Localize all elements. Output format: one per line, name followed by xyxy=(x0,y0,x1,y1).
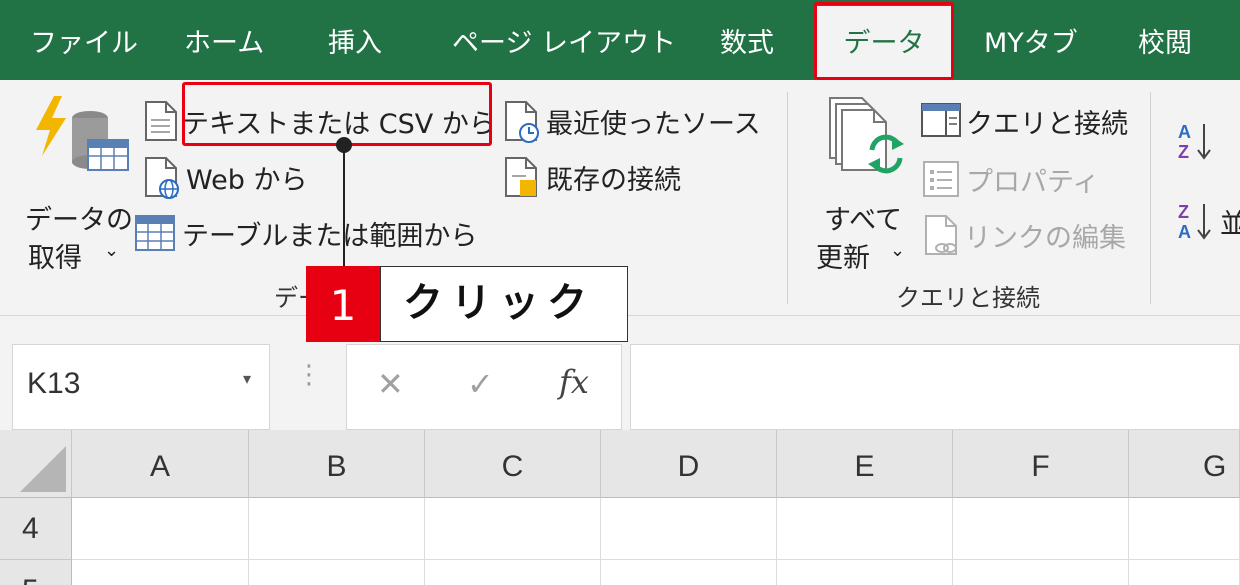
step-number-badge: 1 xyxy=(306,266,380,342)
get-data-button[interactable]: データの 取得 ⌄ xyxy=(20,94,133,274)
callout-leader-line xyxy=(343,145,345,267)
enter-check-icon[interactable]: ✓ xyxy=(467,365,494,403)
column-header-e[interactable]: E xyxy=(777,430,953,498)
web-document-icon xyxy=(145,157,179,199)
existing-connections-label: 既存の接続 xyxy=(546,165,681,196)
tab-page-layout[interactable]: ページ レイアウト xyxy=(452,0,676,80)
column-header-d[interactable]: D xyxy=(601,430,777,498)
recent-sources-label: 最近使ったソース xyxy=(546,109,761,140)
data-tab-highlight xyxy=(814,2,954,80)
properties-list-icon xyxy=(923,161,959,197)
cell-c4[interactable] xyxy=(425,498,601,560)
get-data-label-line1: データの xyxy=(25,205,133,236)
refresh-all-label-line1: すべて xyxy=(824,205,903,236)
formula-input[interactable] xyxy=(630,344,1240,430)
cell-d5[interactable] xyxy=(601,560,777,585)
queries-connections-button[interactable]: クエリと接続 xyxy=(918,100,1128,144)
name-box-dropdown-icon[interactable]: ▾ xyxy=(243,369,251,388)
row-header-4[interactable]: 4 xyxy=(0,498,72,560)
sort-z-to-a-button[interactable]: Z A 並 xyxy=(1174,198,1240,248)
step-instruction-label: クリック xyxy=(380,266,628,342)
get-data-chevron-icon: ⌄ xyxy=(104,240,120,261)
sort-a-to-z-icon: A Z xyxy=(1178,122,1211,162)
get-data-label-line2: 取得 xyxy=(28,243,82,274)
tab-file[interactable]: ファイル xyxy=(30,0,138,80)
column-header-g-label: G xyxy=(1203,450,1227,483)
table-icon xyxy=(135,215,175,251)
ribbon-group-separator-2 xyxy=(1150,92,1151,304)
callout-leader-dot xyxy=(336,137,352,153)
svg-text:A: A xyxy=(1178,222,1191,242)
column-header-c[interactable]: C xyxy=(425,430,601,498)
sort-z-to-a-icon: Z A xyxy=(1178,202,1211,242)
cell-b5[interactable] xyxy=(249,560,425,585)
recent-sources-button[interactable]: 最近使ったソース xyxy=(500,100,761,144)
refresh-all-button[interactable]: すべて 更新 ⌄ xyxy=(808,94,918,274)
refresh-all-label-line2: 更新 xyxy=(816,243,870,274)
from-table-range-label: テーブルまたは範囲から xyxy=(182,221,478,252)
column-header-g[interactable]: G xyxy=(1129,430,1240,498)
cell-g4[interactable] xyxy=(1129,498,1240,560)
recent-document-icon xyxy=(505,101,539,143)
queries-connections-label: クエリと接続 xyxy=(966,109,1128,140)
insert-function-icon[interactable]: fx xyxy=(559,363,589,401)
edit-links-icon xyxy=(925,215,957,255)
from-web-button[interactable]: Web から xyxy=(138,156,318,200)
cancel-icon[interactable]: ✕ xyxy=(377,365,404,403)
row-header-5[interactable]: 5 xyxy=(0,560,72,585)
cell-f5[interactable] xyxy=(953,560,1129,585)
column-header-f[interactable]: F xyxy=(953,430,1129,498)
cell-g5[interactable] xyxy=(1129,560,1240,585)
column-header-a[interactable]: A xyxy=(72,430,249,498)
edit-links-button[interactable]: リンクの編集 xyxy=(918,214,1126,258)
sort-label-partial: 並 xyxy=(1220,209,1240,240)
formula-bar-drag-handle-icon[interactable]: ⋮ xyxy=(296,360,322,390)
name-box-value: K13 xyxy=(27,367,81,400)
formula-bar-buttons: ✕ ✓ fx xyxy=(346,344,622,430)
text-document-icon xyxy=(145,101,177,141)
ribbon-group-separator xyxy=(787,92,788,304)
cell-e5[interactable] xyxy=(777,560,953,585)
tab-insert[interactable]: 挿入 xyxy=(328,0,382,80)
queries-connections-group-label: クエリと接続 xyxy=(896,284,1040,312)
svg-text:Z: Z xyxy=(1178,142,1189,162)
column-header-b[interactable]: B xyxy=(249,430,425,498)
properties-label: プロパティ xyxy=(966,167,1100,198)
cell-a4[interactable] xyxy=(72,498,249,560)
cell-e4[interactable] xyxy=(777,498,953,560)
tab-review[interactable]: 校閲 xyxy=(1138,0,1192,80)
sort-a-to-z-button[interactable]: A Z xyxy=(1174,118,1224,168)
cell-f4[interactable] xyxy=(953,498,1129,560)
existing-connections-button[interactable]: 既存の接続 xyxy=(500,156,710,200)
from-web-label: Web から xyxy=(186,165,308,196)
cell-a5[interactable] xyxy=(72,560,249,585)
select-all-corner[interactable] xyxy=(0,430,72,498)
worksheet-grid: A B C D E F G 4 5 xyxy=(0,430,1240,585)
refresh-all-chevron-icon: ⌄ xyxy=(890,240,906,261)
refresh-documents-icon xyxy=(829,97,904,174)
svg-text:Z: Z xyxy=(1178,202,1189,222)
tab-my-tab[interactable]: MYタブ xyxy=(984,0,1078,80)
ribbon-tab-bar: ファイル ホーム 挿入 ページ レイアウト 数式 データ MYタブ 校閲 xyxy=(0,0,1240,80)
svg-text:A: A xyxy=(1178,122,1191,142)
queries-pane-icon xyxy=(921,103,961,137)
name-box[interactable]: K13 ▾ xyxy=(12,344,270,430)
select-all-triangle-icon xyxy=(20,446,66,492)
from-table-range-button[interactable]: テーブルまたは範囲から xyxy=(132,212,477,256)
connections-document-icon xyxy=(505,157,537,197)
edit-links-label: リンクの編集 xyxy=(964,223,1126,254)
cell-b4[interactable] xyxy=(249,498,425,560)
properties-button[interactable]: プロパティ xyxy=(918,158,1100,202)
cell-d4[interactable] xyxy=(601,498,777,560)
tab-formulas[interactable]: 数式 xyxy=(720,0,774,80)
cell-c5[interactable] xyxy=(425,560,601,585)
database-lightning-icon xyxy=(36,96,129,171)
tab-home[interactable]: ホーム xyxy=(184,0,264,80)
text-csv-highlight xyxy=(182,82,492,146)
